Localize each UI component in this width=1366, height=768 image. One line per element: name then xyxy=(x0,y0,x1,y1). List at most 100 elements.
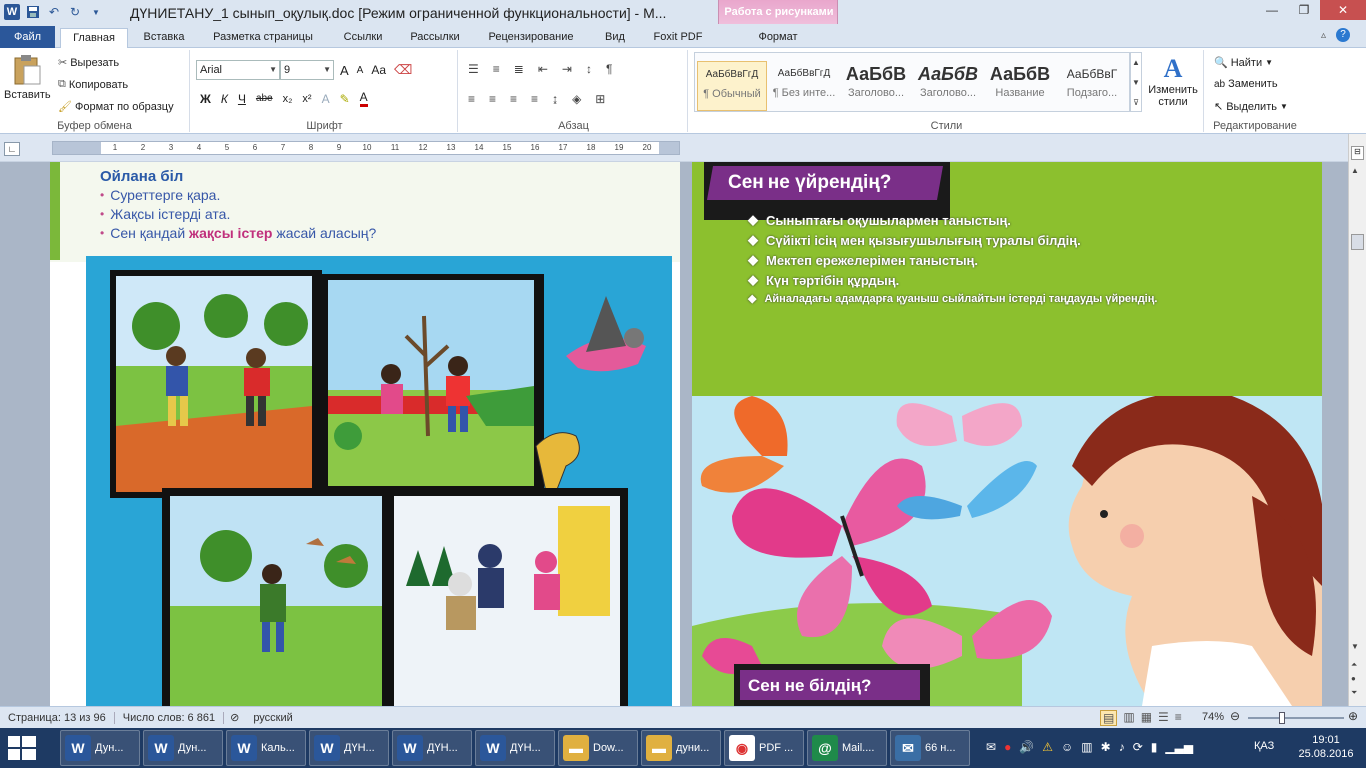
replace-button[interactable]: ab Заменить xyxy=(1214,78,1278,90)
scroll-up-icon[interactable]: ▲ xyxy=(1351,166,1359,175)
next-page-icon[interactable]: ⏷ xyxy=(1351,688,1357,698)
taskbar-button[interactable]: ✉ 66 н... xyxy=(890,730,970,766)
taskbar-button[interactable]: W ДҮН... xyxy=(392,730,472,766)
emoji-tray-icon[interactable]: ☺ xyxy=(1061,740,1073,754)
zoom-in-icon[interactable]: ⊕ xyxy=(1348,709,1358,723)
antivirus-tray-icon[interactable]: ● xyxy=(1004,740,1011,754)
zoom-slider[interactable] xyxy=(1248,712,1344,724)
style-item[interactable]: АаБбВ Заголово... xyxy=(913,61,983,111)
font-name-combo[interactable]: Arial ▼ xyxy=(196,60,280,80)
save-icon[interactable] xyxy=(25,4,41,20)
restore-icon[interactable]: ❐ xyxy=(1288,0,1320,20)
volume-tray-icon[interactable]: 🔊 xyxy=(1019,740,1034,754)
illustration-butterflies-girl[interactable]: Сен не білдің? xyxy=(692,396,1322,706)
change-case-button[interactable]: Aa xyxy=(371,63,386,77)
close-icon[interactable]: ✕ xyxy=(1320,0,1366,20)
shrink-font-button[interactable]: A xyxy=(357,65,364,76)
scroll-down-icon[interactable]: ▼ xyxy=(1351,642,1359,651)
mail-tray-icon[interactable]: ✉ xyxy=(986,740,996,754)
change-styles-button[interactable]: A Изменить стили xyxy=(1144,54,1202,108)
align-left-icon[interactable]: ≡ xyxy=(468,92,475,106)
bullets-icon[interactable]: ☰ xyxy=(468,62,479,76)
update-tray-icon[interactable]: ⟳ xyxy=(1133,740,1143,754)
numbering-icon[interactable]: ≡ xyxy=(493,62,500,76)
style-item[interactable]: АаБбВвГгД ¶ Обычный xyxy=(697,61,767,111)
tab-selector[interactable]: ∟ xyxy=(4,142,20,156)
clock[interactable]: 19:01 25.08.2016 xyxy=(1296,733,1356,761)
increase-indent-icon[interactable]: ⇥ xyxy=(562,62,572,76)
sound-tray-icon[interactable]: ♪ xyxy=(1119,740,1125,754)
justify-icon[interactable]: ≡ xyxy=(531,92,538,106)
help-icon[interactable]: ? xyxy=(1336,28,1350,42)
tab-review[interactable]: Рецензирование xyxy=(478,28,584,48)
word-counter[interactable]: Число слов: 6 861 xyxy=(115,711,225,724)
minimize-ribbon-icon[interactable]: ▵ xyxy=(1321,30,1326,41)
paste-button[interactable]: Вставить xyxy=(4,54,51,101)
zoom-slider-thumb[interactable] xyxy=(1279,712,1286,724)
tab-references[interactable]: Ссылки xyxy=(334,28,392,48)
underline-button[interactable]: Ч xyxy=(238,92,246,106)
tab-home[interactable]: Главная xyxy=(60,28,128,49)
tab-insert[interactable]: Вставка xyxy=(134,28,194,48)
taskbar-button[interactable]: W ДҮН... xyxy=(475,730,555,766)
tab-format[interactable]: Формат xyxy=(740,28,816,48)
taskbar-button[interactable]: ▬ дуни... xyxy=(641,730,721,766)
multilevel-list-icon[interactable]: ≣ xyxy=(514,62,524,76)
strikethrough-button[interactable]: abe xyxy=(256,93,273,104)
font-color-button[interactable]: A xyxy=(359,90,368,107)
style-item[interactable]: АаБбВвГ Подзаго... xyxy=(1057,61,1127,111)
font-size-combo[interactable]: 9 ▼ xyxy=(280,60,334,80)
format-painter-button[interactable]: 🖌 Формат по образцу xyxy=(58,100,174,114)
word-app-icon[interactable]: W xyxy=(4,4,20,20)
style-item[interactable]: АаБбВ Заголово... xyxy=(841,61,911,111)
highlight-icon[interactable]: ✎ xyxy=(340,92,350,106)
taskbar-button[interactable]: @ Mail.... xyxy=(807,730,887,766)
language-indicator[interactable]: русский xyxy=(245,712,300,724)
line-spacing-icon[interactable]: ↨ xyxy=(552,92,558,106)
taskbar-button[interactable]: W Дун... xyxy=(60,730,140,766)
align-right-icon[interactable]: ≡ xyxy=(510,92,517,106)
find-button[interactable]: 🔍 Найти ▼ xyxy=(1214,56,1273,70)
italic-button[interactable]: К xyxy=(221,92,228,106)
taskbar-button[interactable]: W Каль... xyxy=(226,730,306,766)
ruler-toggle-icon[interactable]: ⊟ xyxy=(1351,146,1364,160)
page-counter[interactable]: Страница: 13 из 96 xyxy=(0,711,115,724)
tab-page-layout[interactable]: Разметка страницы xyxy=(200,28,326,48)
browse-object-icon[interactable]: ● xyxy=(1351,674,1356,683)
subscript-button[interactable]: x₂ xyxy=(283,93,293,105)
redo-icon[interactable]: ↻ xyxy=(67,4,83,20)
signal-tray-icon[interactable]: ▁▃▅ xyxy=(1165,740,1193,754)
tab-mailings[interactable]: Рассылки xyxy=(400,28,470,48)
shading-icon[interactable]: ◈ xyxy=(572,92,581,106)
clear-formatting-icon[interactable]: ⌫ xyxy=(394,62,412,78)
prev-page-icon[interactable]: ⏶ xyxy=(1351,660,1357,670)
copy-button[interactable]: ⧉ Копировать xyxy=(58,78,128,91)
illustration-good-deeds[interactable] xyxy=(86,256,672,706)
cut-button[interactable]: ✂ Вырезать xyxy=(58,56,119,70)
show-marks-icon[interactable]: ¶ xyxy=(606,62,612,76)
horizontal-ruler[interactable]: 1 2 3 4 5 6 7 8 9 10 11 12 13 14 15 16 17 18 19 20 xyxy=(52,141,680,155)
warning-tray-icon[interactable]: ⚠ xyxy=(1042,740,1053,754)
grow-font-button[interactable]: A xyxy=(340,63,349,78)
taskbar-button[interactable]: W ДҮН... xyxy=(309,730,389,766)
network-tray-icon[interactable]: ▥ xyxy=(1081,740,1092,754)
text-effects-icon[interactable]: A xyxy=(322,92,330,106)
taskbar-button[interactable]: W Дун... xyxy=(143,730,223,766)
zoom-level[interactable]: 74% xyxy=(1202,711,1224,723)
draft-icon[interactable]: ≡ xyxy=(1175,710,1182,726)
minimize-icon[interactable]: — xyxy=(1256,0,1288,20)
sort-icon[interactable]: ↕ xyxy=(586,62,592,76)
zoom-out-icon[interactable]: ⊖ xyxy=(1230,709,1240,723)
style-item[interactable]: АаБбВ Название xyxy=(985,61,1055,111)
customize-qat-icon[interactable]: ▼ xyxy=(88,4,104,20)
battery-tray-icon[interactable]: ▮ xyxy=(1151,740,1158,754)
tab-view[interactable]: Вид xyxy=(592,28,638,48)
proofing-icon[interactable]: ⊘ xyxy=(224,711,245,724)
bluetooth-tray-icon[interactable]: ✱ xyxy=(1101,740,1111,754)
undo-icon[interactable]: ↶ xyxy=(46,4,62,20)
tab-foxit-pdf[interactable]: Foxit PDF xyxy=(644,28,712,48)
start-button[interactable] xyxy=(6,734,44,762)
style-item[interactable]: АаБбВвГгД ¶ Без инте... xyxy=(769,61,839,111)
print-layout-icon[interactable]: ▤ xyxy=(1100,710,1118,726)
taskbar-button[interactable]: ◉ PDF ... xyxy=(724,730,804,766)
